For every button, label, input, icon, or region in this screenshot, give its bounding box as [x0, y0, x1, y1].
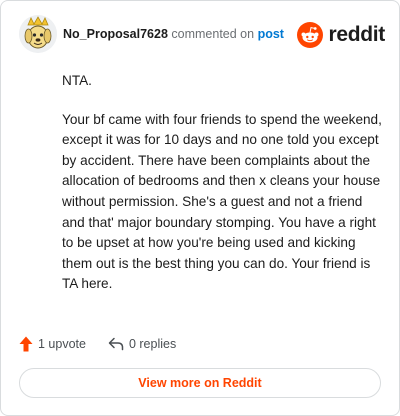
post-link[interactable]: post — [258, 27, 284, 41]
comment-paragraph: Your bf came with four friends to spend … — [62, 111, 382, 292]
byline-verb: commented on — [171, 27, 255, 41]
view-more-button[interactable]: View more on Reddit — [19, 368, 381, 398]
reddit-wordmark: reddit — [328, 23, 385, 46]
comment-body: NTA. Your bf came with four friends to s… — [62, 71, 382, 313]
upvote-button[interactable]: 1 upvote — [19, 336, 86, 352]
reddit-brand[interactable]: reddit — [297, 22, 385, 48]
upvote-count: 1 upvote — [38, 337, 86, 351]
user-avatar-icon[interactable] — [19, 15, 57, 53]
upvote-arrow-icon — [19, 336, 38, 352]
comment-paragraph: NTA. — [62, 73, 92, 88]
replies-count: 0 replies — [128, 337, 177, 351]
username-link[interactable]: No_Proposal7628 — [63, 27, 168, 41]
comment-embed-card: No_Proposal7628 commented on post reddit — [0, 0, 400, 416]
comment-byline: No_Proposal7628 commented on post — [63, 27, 284, 41]
reddit-logo-icon — [297, 22, 324, 48]
replies-button[interactable]: 0 replies — [108, 337, 176, 351]
comment-header: No_Proposal7628 commented on post reddit — [19, 15, 385, 55]
reply-arrow-icon — [108, 337, 129, 351]
comment-actions: 1 upvote 0 replies — [19, 333, 319, 355]
